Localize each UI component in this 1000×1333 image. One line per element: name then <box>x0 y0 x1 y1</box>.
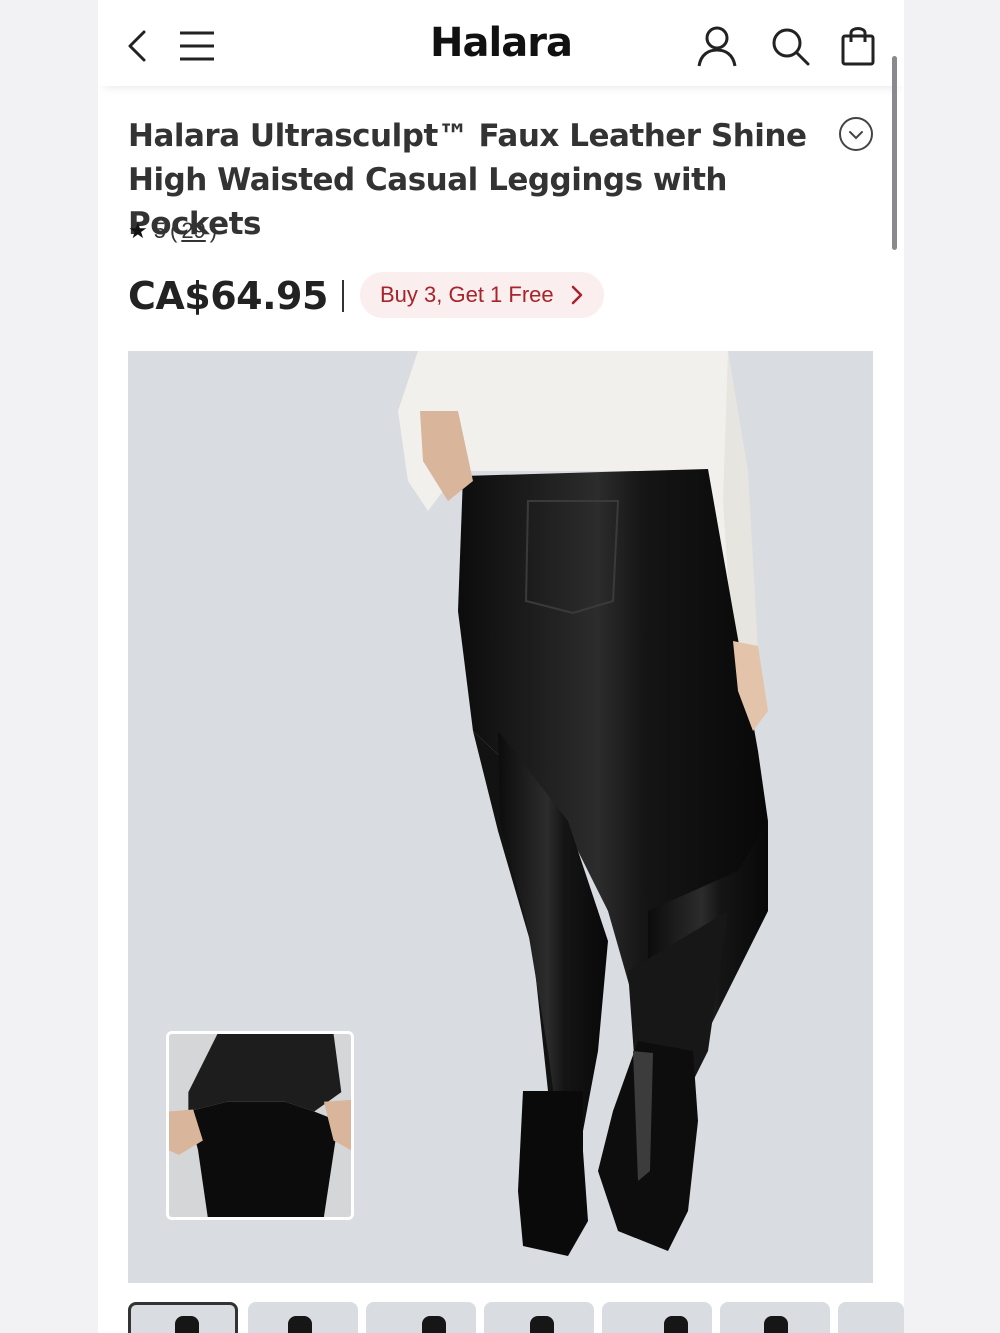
search-icon[interactable] <box>770 26 810 66</box>
thumbnail-7[interactable] <box>838 1302 904 1333</box>
detail-inset-image[interactable] <box>166 1031 354 1220</box>
product-price: CA$64.95 <box>128 274 328 318</box>
price-divider <box>342 280 344 312</box>
thumbnail-6[interactable] <box>720 1302 830 1333</box>
chevron-down-circle-icon[interactable] <box>838 116 874 152</box>
review-open-paren: ( <box>169 218 178 243</box>
thumbnail-3[interactable] <box>366 1302 476 1333</box>
account-icon[interactable] <box>696 24 738 68</box>
thumbnail-5[interactable] <box>602 1302 712 1333</box>
chevron-right-icon <box>571 285 582 305</box>
product-page: Halara Halara Ultrasculpt™ Faux Leather … <box>98 0 904 1333</box>
shopping-bag-icon[interactable] <box>840 24 876 66</box>
rating-value: 5 <box>153 218 166 243</box>
promo-label: Buy 3, Get 1 Free <box>380 282 554 307</box>
thumbnail-strip <box>128 1302 904 1333</box>
thumbnail-4[interactable] <box>484 1302 594 1333</box>
thumbnail-1[interactable] <box>128 1302 238 1333</box>
stretch-detail-photo <box>169 1034 351 1217</box>
thumbnail-2[interactable] <box>248 1302 358 1333</box>
scrollbar[interactable] <box>892 56 897 250</box>
top-navigation-bar: Halara <box>98 0 904 86</box>
star-icon: ★ <box>128 218 148 243</box>
review-close-paren: ) <box>209 218 218 243</box>
product-main-image[interactable] <box>128 351 873 1283</box>
review-count-link[interactable]: 29 <box>181 218 205 244</box>
promo-button[interactable]: Buy 3, Get 1 Free <box>360 272 604 318</box>
product-rating[interactable]: ★ 5 ( 29 ) <box>128 218 217 244</box>
product-title: Halara Ultrasculpt™ Faux Leather Shine H… <box>128 118 807 242</box>
